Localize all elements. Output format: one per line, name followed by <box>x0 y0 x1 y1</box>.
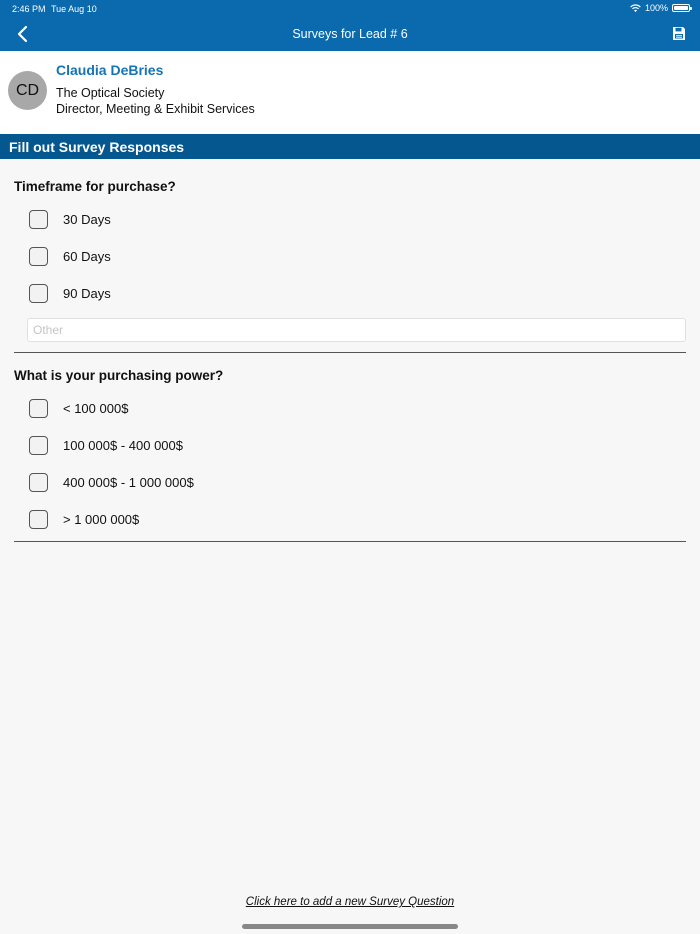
checkbox[interactable] <box>29 472 48 492</box>
other-input[interactable] <box>27 318 686 342</box>
checkbox[interactable] <box>29 246 48 266</box>
status-bar: 2:46 PM Tue Aug 10 100% <box>0 0 700 18</box>
question-purchasing-power: What is your purchasing power? <box>14 368 224 383</box>
nav-title: Surveys for Lead # 6 <box>292 27 408 41</box>
question-timeframe: Timeframe for purchase? <box>14 179 176 194</box>
divider <box>14 541 686 542</box>
section-header: Fill out Survey Responses <box>0 134 700 159</box>
status-time: 2:46 PM <box>12 4 46 14</box>
status-right: 100% <box>630 3 692 13</box>
option-label: 30 Days <box>63 211 111 227</box>
option-label: 90 Days <box>63 285 111 301</box>
option-100k-400k[interactable]: 100 000$ - 400 000$ <box>29 435 183 455</box>
checkbox[interactable] <box>29 398 48 418</box>
contact-card: CD Claudia DeBries The Optical Society D… <box>0 51 700 134</box>
option-label: > 1 000 000$ <box>63 511 140 527</box>
floppy-disk-icon[interactable] <box>672 26 686 41</box>
divider <box>14 352 686 353</box>
checkbox[interactable] <box>29 509 48 529</box>
option-400k-1m[interactable]: 400 000$ - 1 000 000$ <box>29 472 194 492</box>
option-60-days[interactable]: 60 Days <box>29 246 111 266</box>
contact-name: Claudia DeBries <box>56 62 164 78</box>
option-label: 60 Days <box>63 248 111 264</box>
option-30-days[interactable]: 30 Days <box>29 209 111 229</box>
option-label: 100 000$ - 400 000$ <box>63 437 183 453</box>
wifi-icon <box>630 4 641 12</box>
home-indicator <box>242 924 458 929</box>
option-label: 400 000$ - 1 000 000$ <box>63 474 194 490</box>
status-date: Tue Aug 10 <box>51 4 97 14</box>
battery-percent: 100% <box>644 3 668 13</box>
contact-organization: The Optical Society <box>56 86 165 100</box>
checkbox[interactable] <box>29 209 48 229</box>
checkbox[interactable] <box>29 283 48 303</box>
nav-bar: Surveys for Lead # 6 <box>0 18 700 51</box>
battery-icon <box>672 4 692 12</box>
add-survey-question-link[interactable]: Click here to add a new Survey Question <box>0 896 700 908</box>
checkbox[interactable] <box>29 435 48 455</box>
option-under-100k[interactable]: < 100 000$ <box>29 398 128 418</box>
option-90-days[interactable]: 90 Days <box>29 283 111 303</box>
option-label: < 100 000$ <box>63 400 129 416</box>
avatar: CD <box>8 71 47 110</box>
contact-title: Director, Meeting & Exhibit Services <box>56 102 255 116</box>
option-over-1m[interactable]: > 1 000 000$ <box>29 509 139 529</box>
